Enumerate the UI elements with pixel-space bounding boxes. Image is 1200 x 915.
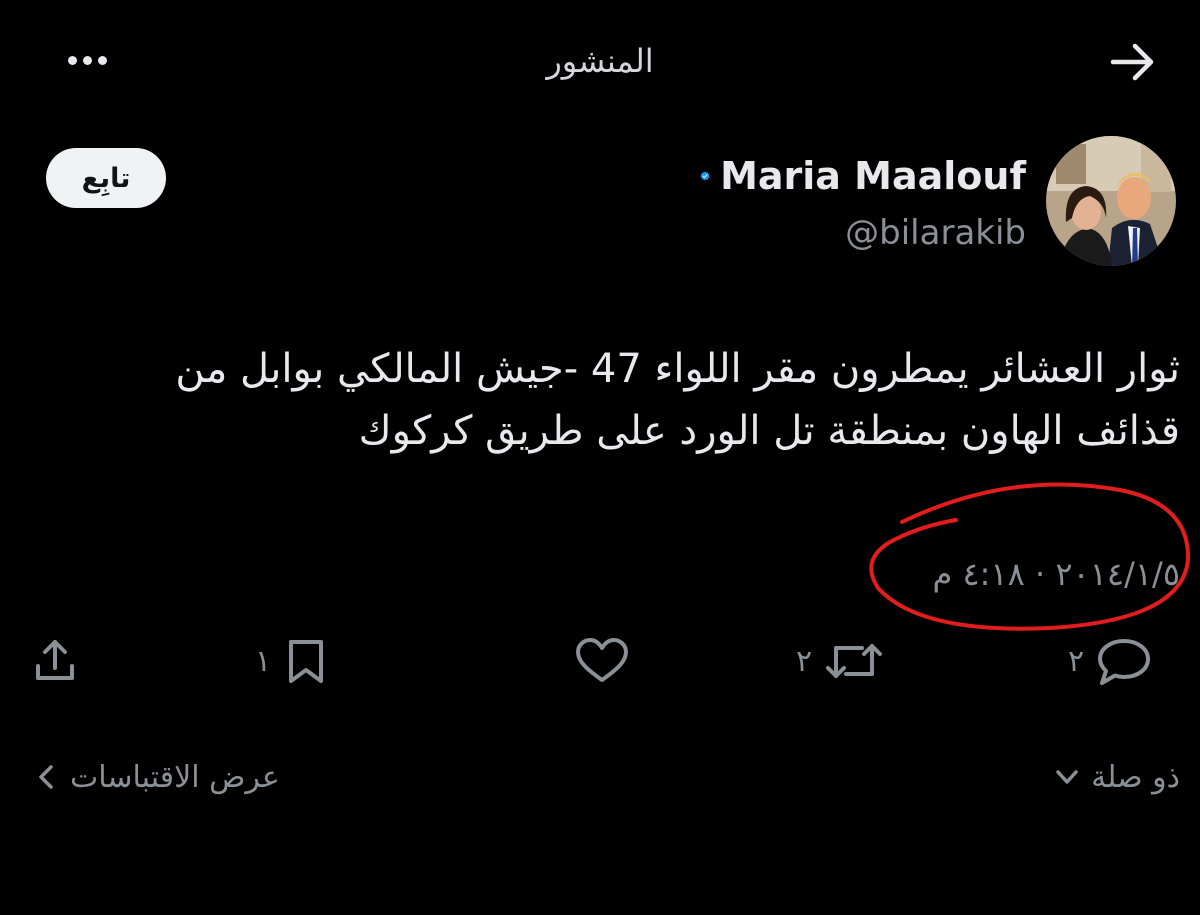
view-quotes-link[interactable]: عرض الاقتباسات	[36, 752, 336, 802]
more-dot	[82, 55, 92, 65]
verified-badge-icon	[700, 171, 710, 181]
arrow-right-icon	[1110, 43, 1154, 81]
relevant-replies-sort[interactable]: ذو صلة	[1010, 752, 1180, 802]
view-quotes-label: عرض الاقتباسات	[70, 759, 280, 795]
follow-button[interactable]: تابِع	[46, 148, 166, 208]
tweet-text-line: قذائف الهاون بمنطقة تل الورد على طريق كر…	[358, 408, 1180, 454]
author-handle[interactable]: @bilarakib	[700, 208, 1026, 258]
retweet-button[interactable]: ٢	[796, 636, 916, 686]
reply-button[interactable]: ٢	[1068, 636, 1180, 686]
author-name: Maria Maalouf	[720, 154, 1026, 198]
bookmark-icon	[289, 640, 324, 683]
tweet-text: ثوار العشائر يمطرون مقر اللواء 47 -جيش ا…	[60, 338, 1180, 478]
share-icon	[36, 640, 74, 680]
page-title: المنشور	[546, 42, 654, 80]
tweet-text-line: ثوار العشائر يمطرون مقر اللواء 47 -جيش ا…	[175, 346, 1180, 392]
relevant-label: ذو صلة	[1091, 759, 1180, 795]
heart-icon	[576, 638, 628, 682]
bookmark-button[interactable]: ١	[255, 636, 365, 686]
post-page: المنشور تابِع Maria Maalouf @bilarakib ث…	[0, 0, 1200, 915]
chevron-left-icon	[39, 765, 53, 789]
avatar-photo	[1046, 136, 1176, 266]
tweet-timestamp[interactable]: ٢٠١٤/١/٥ · ٤:١٨ م	[880, 548, 1180, 600]
more-dot	[97, 55, 107, 65]
bookmark-count: ١	[255, 643, 272, 679]
more-dot	[67, 55, 77, 65]
like-button[interactable]	[574, 636, 634, 686]
retweet-count: ٢	[796, 643, 813, 679]
retweet-icon	[826, 644, 883, 678]
author-name-row[interactable]: Maria Maalouf	[700, 148, 1026, 204]
reply-icon	[1098, 639, 1151, 685]
more-options-button[interactable]	[52, 38, 122, 82]
back-button[interactable]	[1105, 38, 1161, 86]
reply-count: ٢	[1068, 643, 1085, 679]
avatar[interactable]	[1046, 136, 1176, 266]
share-button[interactable]	[30, 636, 86, 686]
chevron-down-icon	[1056, 770, 1078, 784]
